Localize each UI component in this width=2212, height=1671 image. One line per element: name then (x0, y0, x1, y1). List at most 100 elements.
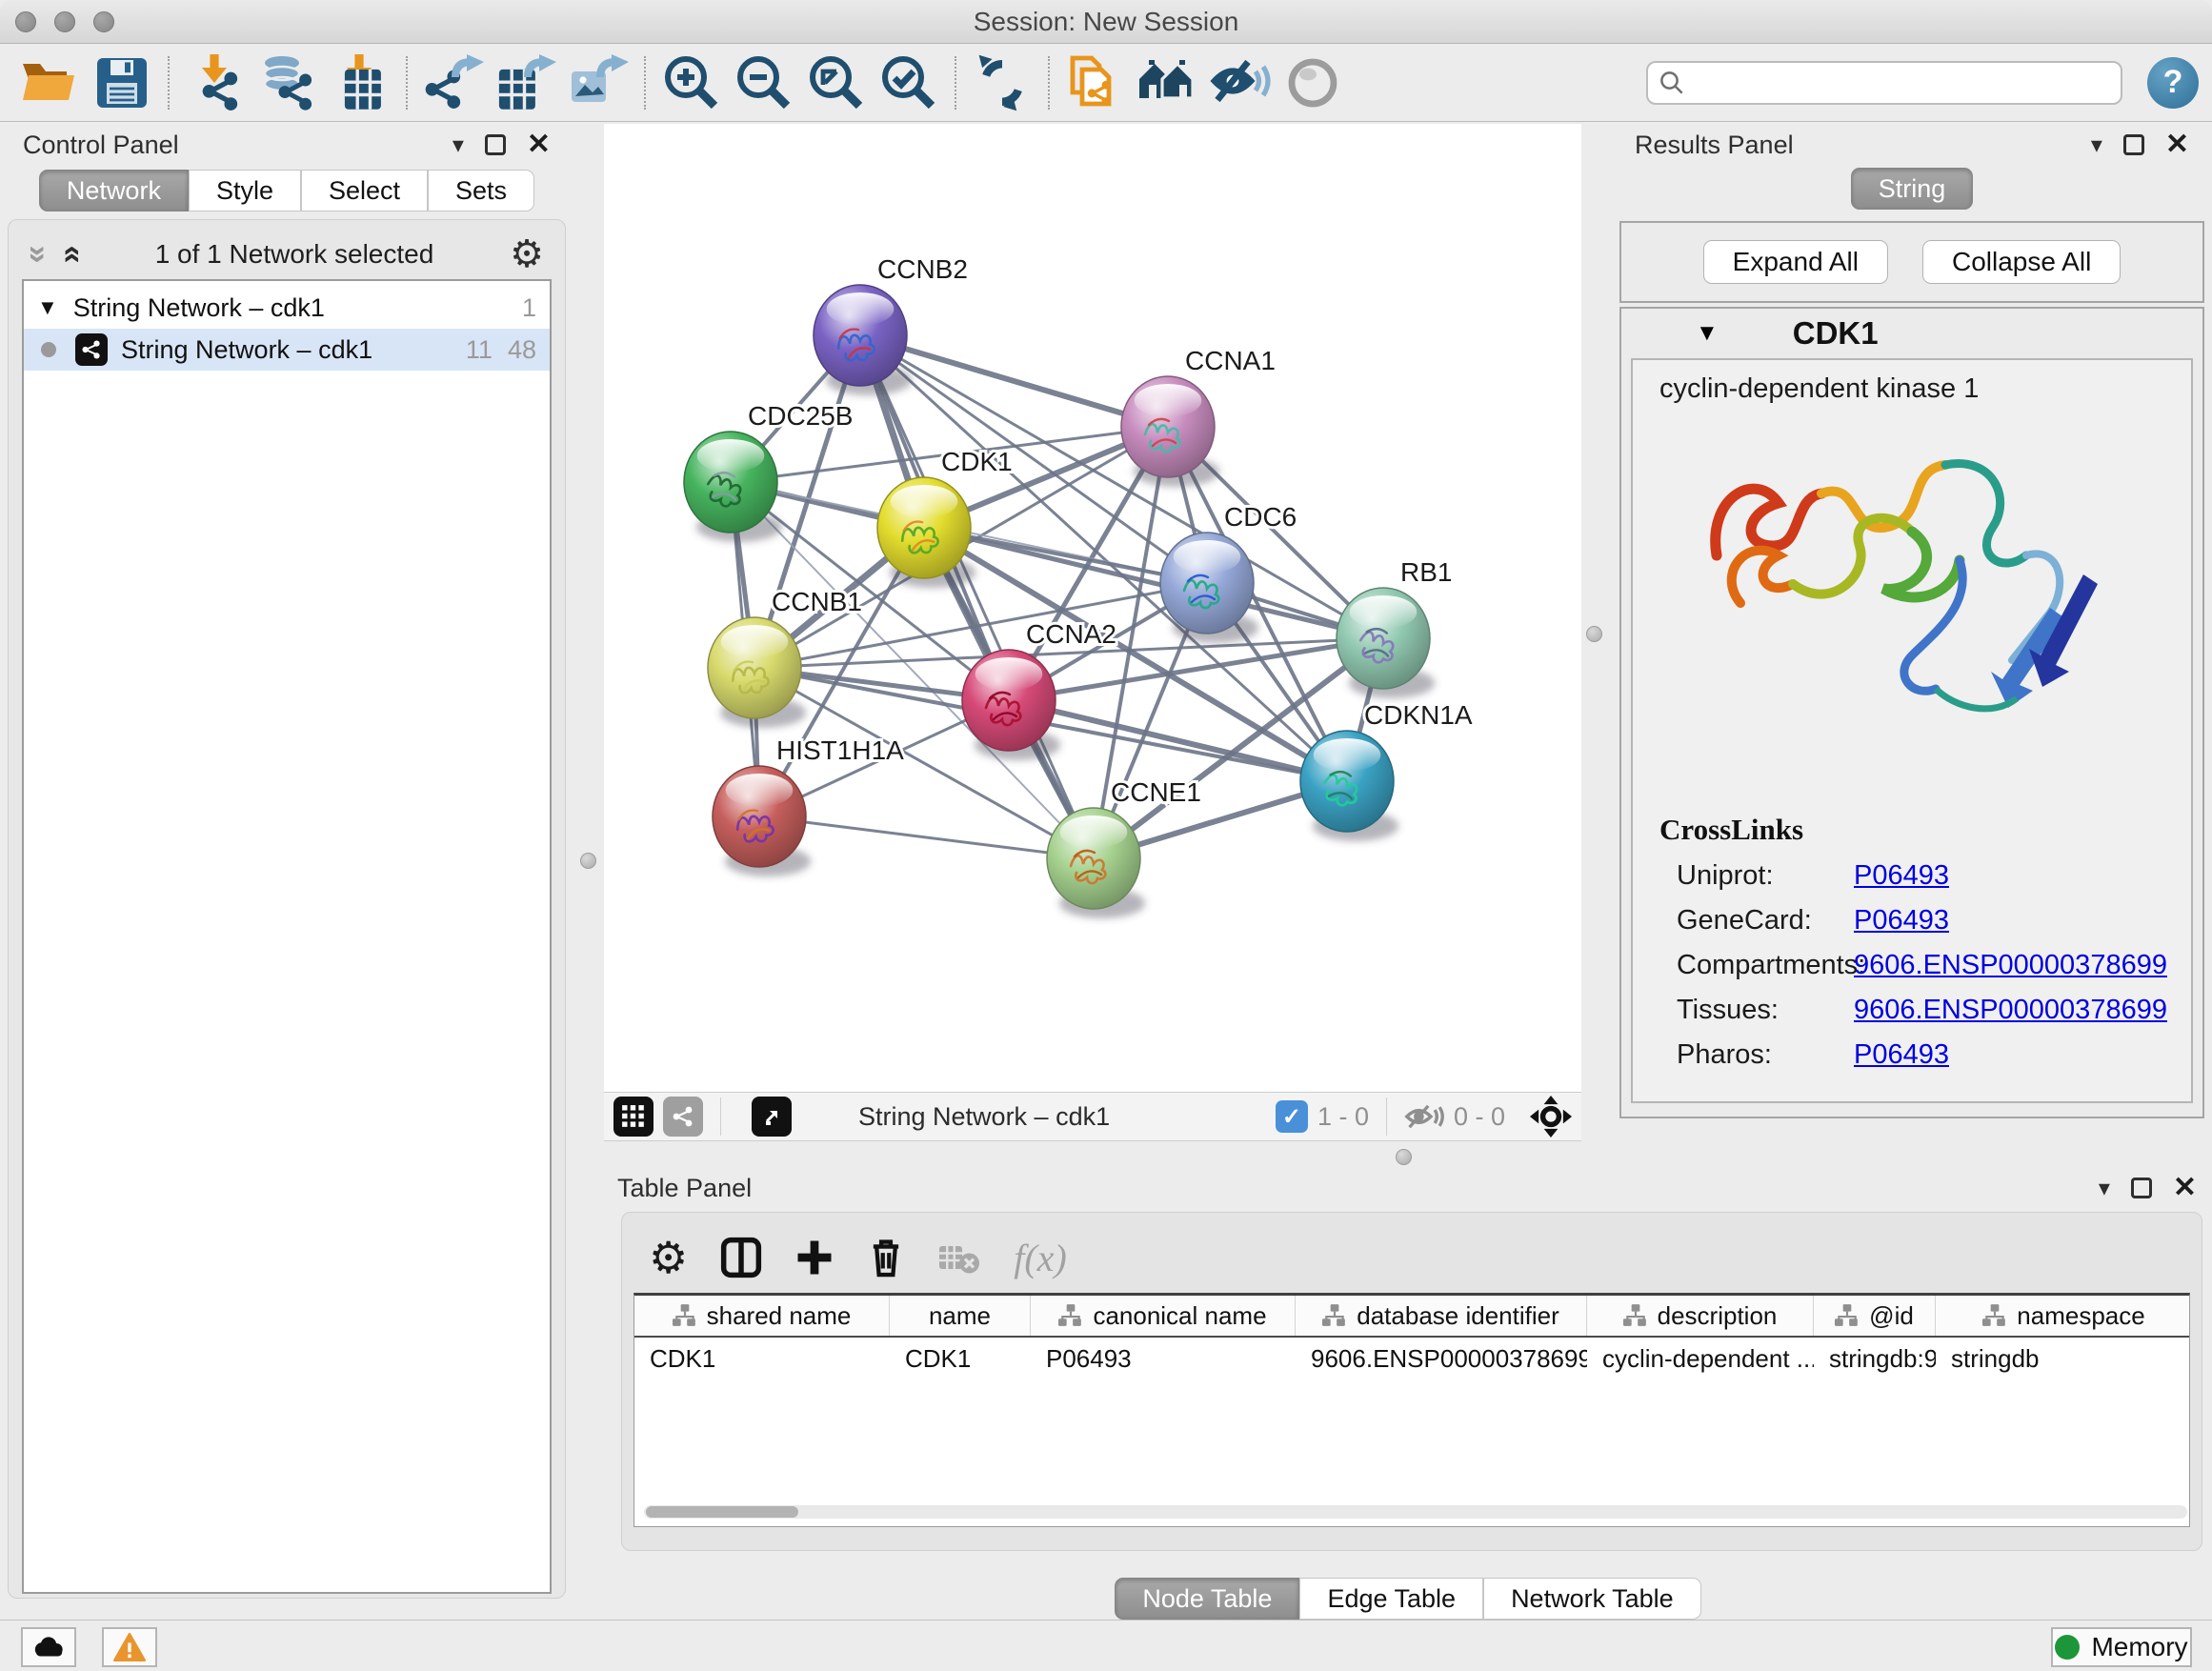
memory-button[interactable]: Memory (2051, 1627, 2192, 1667)
table-horizontal-scrollbar[interactable] (644, 1505, 2187, 1519)
float-panel-icon[interactable] (485, 134, 506, 155)
table-cell[interactable]: stringdb:9... (1814, 1338, 1936, 1379)
cloud-status-button[interactable] (21, 1627, 76, 1667)
first-neighbors-button[interactable] (1132, 52, 1204, 113)
zoom-fit-button[interactable] (800, 52, 873, 113)
network-view-toolbar: String Network – cdk1 ✓ 1 - 0 0 - 0 (604, 1092, 1581, 1141)
column-header--id[interactable]: @id (1814, 1296, 1936, 1336)
gene-expander-triangle-icon[interactable]: ▼ (1696, 320, 1719, 347)
tab-network[interactable]: Network (39, 170, 189, 211)
help-button[interactable]: ? (2147, 57, 2199, 109)
open-in-window-icon[interactable] (752, 1097, 792, 1137)
export-table-button[interactable] (490, 52, 562, 113)
network-row[interactable]: String Network – cdk1 11 48 (24, 329, 550, 371)
network-options-gear-icon[interactable]: ⚙ (510, 235, 544, 273)
tab-style[interactable]: Style (189, 170, 301, 211)
crosslink-link[interactable]: P06493 (1854, 860, 1949, 892)
delete-column-trash-icon[interactable] (867, 1236, 905, 1279)
crosslink-row: Tissues: 9606.ENSP00000378699 (1659, 995, 2191, 1026)
column-header-database-identifier[interactable]: database identifier (1296, 1296, 1587, 1336)
crosslink-link[interactable]: 9606.ENSP00000378699 (1854, 950, 2167, 981)
table-cell[interactable]: stringdb (1936, 1338, 2190, 1379)
table-cell[interactable]: cyclin-dependent ... (1587, 1338, 1814, 1379)
left-splitter-handle[interactable] (580, 853, 596, 869)
table-cell[interactable]: 9606.ENSP00000378699 (1296, 1338, 1587, 1379)
tab-edge-table[interactable]: Edge Table (1299, 1578, 1483, 1620)
function-builder-icon[interactable]: f(x) (1014, 1236, 1067, 1280)
node-RB1[interactable]: RB1 (1337, 557, 1452, 698)
edge-HIST1H1A-CCNE1[interactable] (759, 816, 1094, 858)
column-header-canonical-name[interactable]: canonical name (1031, 1296, 1296, 1336)
table-cell[interactable]: CDK1 (634, 1338, 890, 1379)
table-row[interactable]: CDK1CDK1P064939606.ENSP00000378699cyclin… (634, 1338, 2189, 1379)
collapse-results-icon[interactable]: ▾ (2091, 131, 2102, 159)
show-all-button[interactable] (1277, 52, 1349, 113)
collapse-panel-icon[interactable]: ▾ (452, 131, 464, 159)
node-HIST1H1A[interactable]: HIST1H1A (713, 735, 904, 876)
right-splitter-handle[interactable] (1586, 626, 1602, 642)
node-CDC25B[interactable]: CDC25B (684, 401, 853, 542)
clear-table-icon[interactable] (937, 1240, 981, 1275)
node-CDKN1A[interactable]: CDKN1A (1300, 700, 1473, 841)
refresh-button[interactable] (966, 52, 1038, 113)
tab-network-table[interactable]: Network Table (1483, 1578, 1701, 1620)
hide-selected-button[interactable] (1204, 52, 1277, 113)
fit-crosshair-icon[interactable] (1530, 1096, 1572, 1137)
zoom-selected-button[interactable] (873, 52, 945, 113)
edge-CCNB2-CCNE1[interactable] (860, 335, 1094, 858)
tab-node-table[interactable]: Node Table (1115, 1578, 1299, 1620)
node-CCNB2[interactable]: CCNB2 (814, 254, 968, 395)
export-image-button[interactable] (562, 52, 634, 113)
crosslink-link[interactable]: P06493 (1854, 1039, 1949, 1071)
tab-string[interactable]: String (1851, 168, 1974, 210)
close-table-icon[interactable]: ✕ (2173, 1178, 2197, 1198)
hierarchy-icon (673, 1304, 697, 1327)
save-session-button[interactable] (86, 52, 158, 113)
open-session-button[interactable] (13, 52, 86, 113)
expand-all-networks-icon[interactable]: » (55, 246, 84, 264)
horizontal-splitter-handle[interactable] (1396, 1149, 1412, 1165)
float-table-icon[interactable] (2131, 1178, 2152, 1198)
collapse-all-networks-icon[interactable]: » (24, 246, 52, 264)
expander-triangle-icon[interactable]: ▼ (37, 295, 58, 320)
network-share-icon[interactable] (663, 1097, 703, 1137)
birds-eye-grid-icon[interactable] (613, 1097, 654, 1137)
duplicate-network-button[interactable] (1059, 52, 1132, 113)
crosslink-link[interactable]: 9606.ENSP00000378699 (1854, 995, 2167, 1026)
import-table-button[interactable] (324, 52, 396, 113)
show-columns-icon[interactable] (720, 1236, 762, 1279)
import-database-button[interactable] (251, 52, 324, 113)
tab-select[interactable]: Select (301, 170, 428, 211)
table-cell[interactable]: P06493 (1031, 1338, 1296, 1379)
column-header-name[interactable]: name (890, 1296, 1031, 1336)
zoom-in-button[interactable] (655, 52, 728, 113)
node-CCNE1[interactable]: CCNE1 (1047, 777, 1201, 918)
float-results-icon[interactable] (2123, 134, 2144, 155)
network-canvas[interactable]: CCNB2 CCNA1 CDC25B CDK1 (604, 124, 1581, 1092)
zoom-out-button[interactable] (728, 52, 800, 113)
import-network-button[interactable] (179, 52, 251, 113)
column-header-namespace[interactable]: namespace (1936, 1296, 2190, 1336)
tab-sets[interactable]: Sets (428, 170, 534, 211)
expand-all-button[interactable]: Expand All (1703, 240, 1888, 284)
collapse-table-icon[interactable]: ▾ (2099, 1175, 2110, 1202)
crosslink-link[interactable]: P06493 (1854, 905, 1949, 936)
close-panel-icon[interactable]: ✕ (527, 134, 551, 155)
search-input[interactable] (1694, 67, 2111, 98)
node-table[interactable]: shared namenamecanonical namedatabase id… (633, 1293, 2190, 1527)
node-CCNA1[interactable]: CCNA1 (1121, 346, 1276, 487)
add-column-icon[interactable] (794, 1238, 835, 1278)
network-collection-row[interactable]: ▼ String Network – cdk1 1 (24, 287, 550, 329)
export-network-button[interactable] (417, 52, 490, 113)
column-header-description[interactable]: description (1587, 1296, 1814, 1336)
node-CDC6[interactable]: CDC6 (1160, 502, 1297, 643)
collapse-all-button[interactable]: Collapse All (1922, 240, 2121, 284)
search-box[interactable] (1646, 61, 2122, 105)
node-CCNB1[interactable]: CCNB1 (708, 587, 862, 728)
column-header-shared-name[interactable]: shared name (634, 1296, 890, 1336)
table-settings-gear-icon[interactable]: ⚙ (649, 1238, 688, 1277)
selected-checkbox-icon[interactable]: ✓ (1276, 1100, 1308, 1133)
warnings-button[interactable] (102, 1627, 157, 1667)
close-results-icon[interactable]: ✕ (2165, 134, 2189, 155)
table-cell[interactable]: CDK1 (890, 1338, 1031, 1379)
